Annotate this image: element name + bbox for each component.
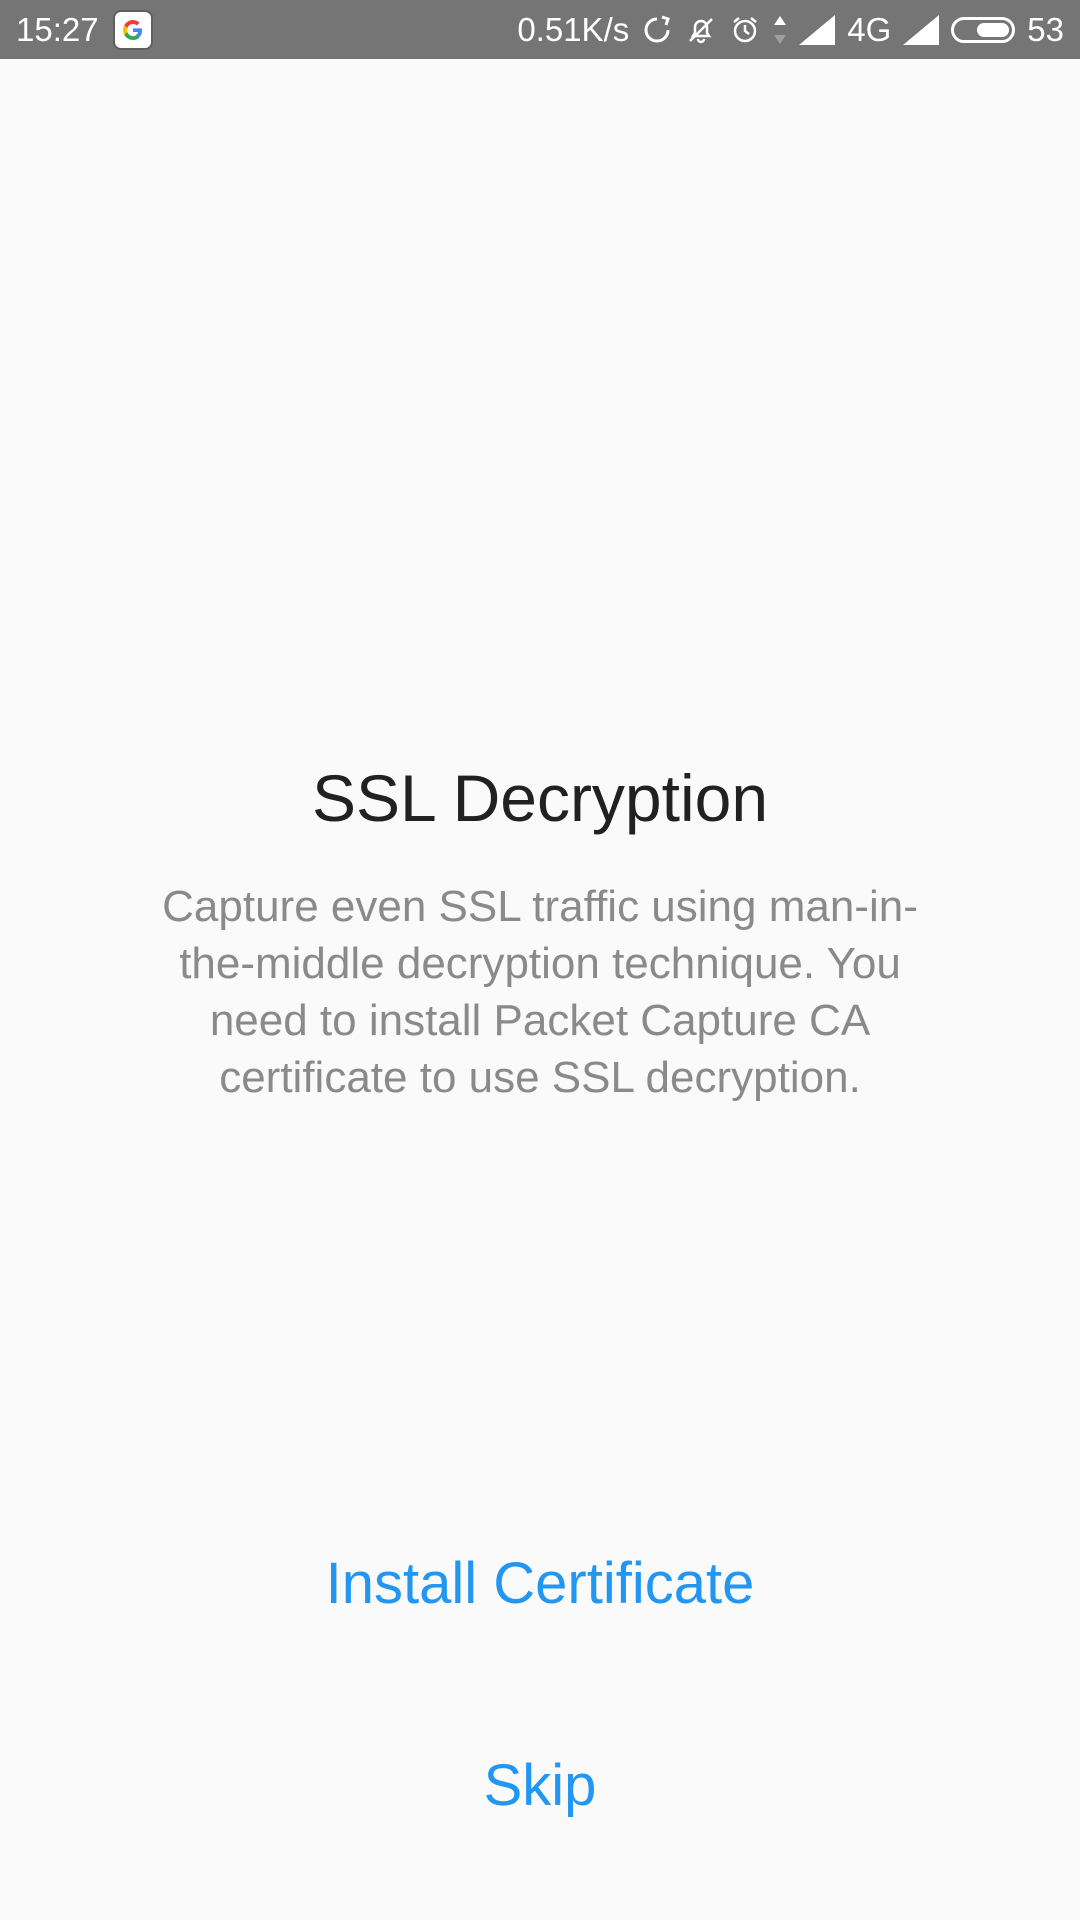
install-certificate-button[interactable]: Install Certificate xyxy=(0,1550,1080,1617)
network-type: 4G xyxy=(847,10,892,48)
skip-button[interactable]: Skip xyxy=(0,1752,1080,1819)
battery-level: 53 xyxy=(1027,10,1064,48)
network-speed: 0.51K/s xyxy=(517,10,630,48)
signal-icon xyxy=(799,14,836,45)
page-title: SSL Decryption xyxy=(311,761,769,835)
battery-fill xyxy=(977,22,1010,37)
sync-icon xyxy=(641,14,673,46)
alarm-icon xyxy=(729,14,761,46)
status-right: 0.51K/s 4G 53 xyxy=(517,11,1064,49)
signal-icon-2 xyxy=(903,14,940,45)
data-arrows-icon xyxy=(773,14,787,46)
status-time: 15:27 xyxy=(16,10,99,48)
status-left: 15:27 xyxy=(16,9,153,50)
google-icon xyxy=(112,9,153,50)
battery-icon xyxy=(951,16,1016,43)
page-description: Capture even SSL traffic using man-in-th… xyxy=(162,882,918,1102)
bell-off-icon xyxy=(685,14,717,46)
screen: 15:27 0.51K/s 4G 53 SSL Decryption Captu… xyxy=(0,0,1080,1920)
status-bar: 15:27 0.51K/s 4G 53 xyxy=(0,0,1080,59)
